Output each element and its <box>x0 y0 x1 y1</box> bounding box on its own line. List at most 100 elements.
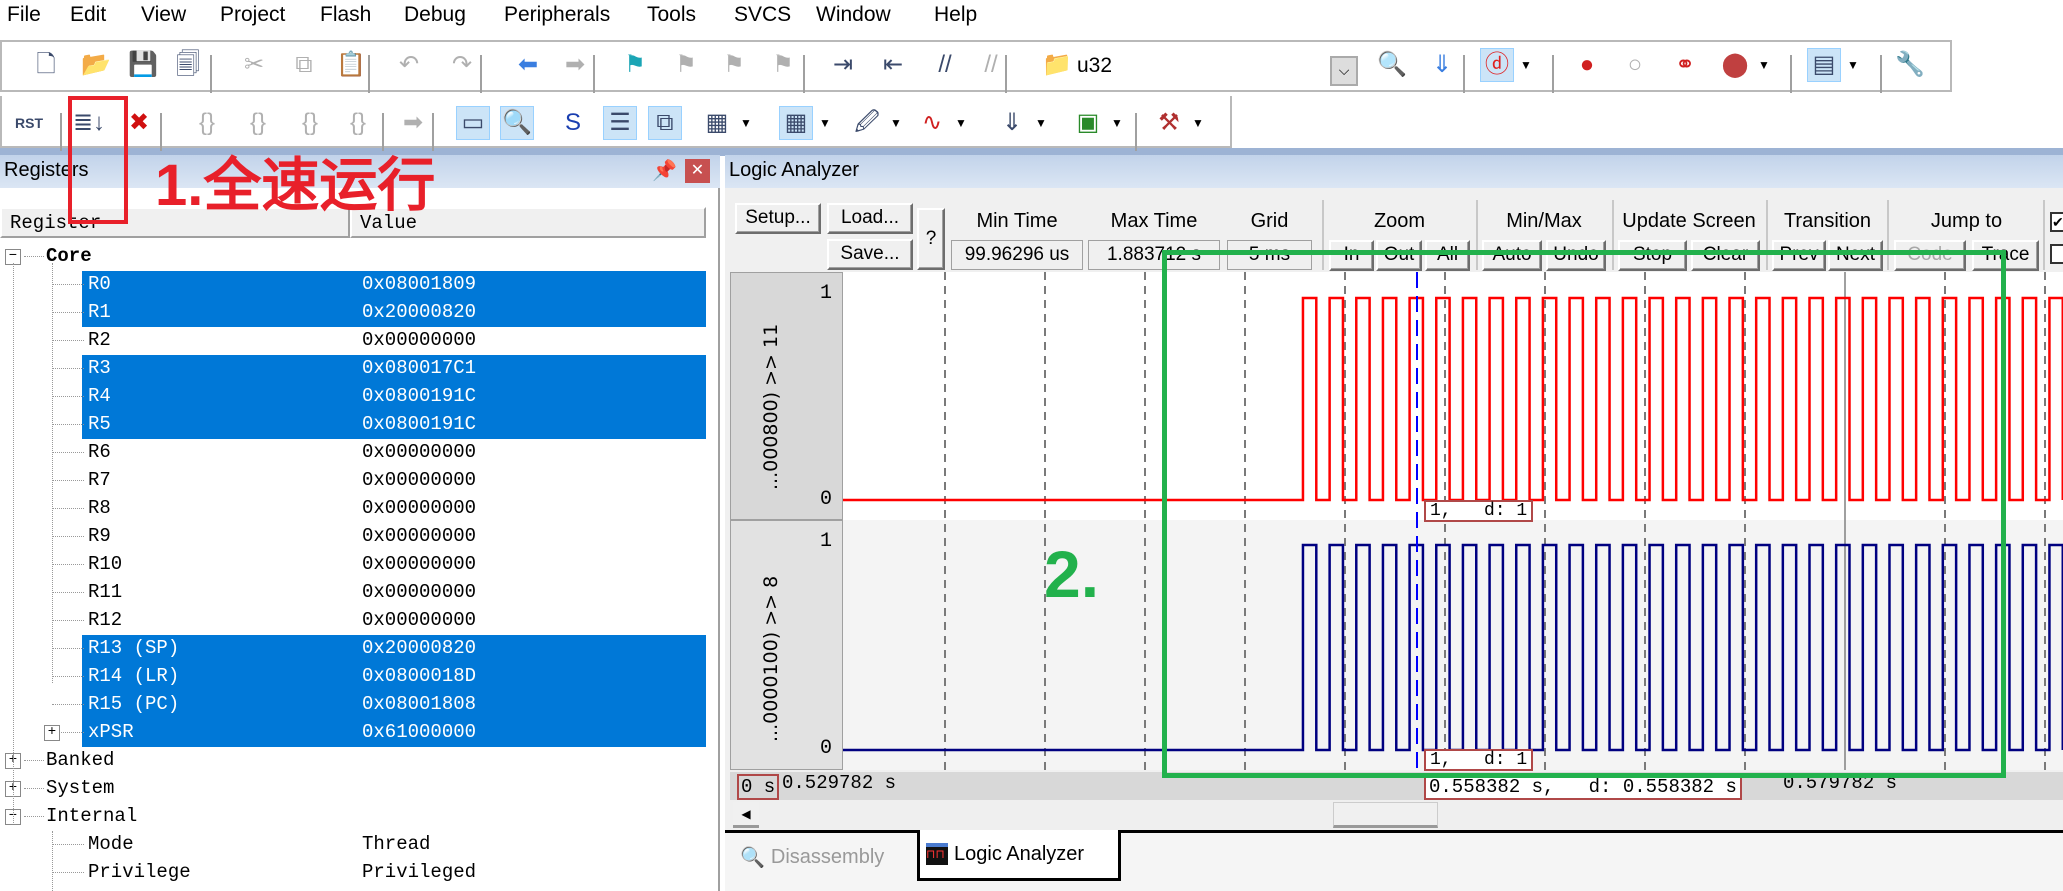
register-row[interactable]: R4 0x0800191C <box>0 383 720 411</box>
register-row[interactable]: + System <box>0 775 720 803</box>
register-row[interactable]: R12 0x00000000 <box>0 607 720 635</box>
signal-label-cell-1[interactable] <box>730 272 843 520</box>
reset-rst-icon[interactable]: RST <box>12 106 46 140</box>
system-viewer-dropdown-icon[interactable]: ▼ <box>1111 116 1123 130</box>
help-button[interactable]: ? <box>917 208 945 270</box>
indent-icon[interactable]: ⇥ <box>826 48 860 82</box>
register-row[interactable]: + xPSR 0x61000000 <box>0 719 720 747</box>
analysis-window-dropdown-icon[interactable]: ▼ <box>955 116 967 130</box>
run-icon[interactable]: ≣↓ <box>72 106 106 140</box>
tab-disassembly[interactable]: 🔍 Disassembly <box>734 833 914 881</box>
call-stack-window-icon[interactable]: ⧉ <box>648 106 682 140</box>
horizontal-scrollbar[interactable]: ◀ <box>730 800 2063 830</box>
redo-icon[interactable]: ↷ <box>445 48 479 82</box>
paste-icon[interactable]: 📋 <box>334 48 368 82</box>
navigate-forward-icon[interactable]: ➡ <box>558 48 592 82</box>
copy-icon[interactable]: ⧉ <box>287 48 321 82</box>
show-amplitude-checkbox[interactable]: ✔ <box>2050 212 2063 232</box>
scroll-left-button[interactable]: ◀ <box>733 802 759 828</box>
load-button[interactable]: Load... <box>827 203 913 234</box>
register-row[interactable]: R8 0x00000000 <box>0 495 720 523</box>
stop-icon[interactable]: ✖ <box>122 106 156 140</box>
open-folder-icon[interactable]: 📂 <box>79 48 113 82</box>
register-row[interactable]: R9 0x00000000 <box>0 523 720 551</box>
watch-window-icon[interactable]: ▦ <box>700 106 734 140</box>
run-to-cursor-icon[interactable]: {} <box>341 106 375 140</box>
navigate-back-icon[interactable]: ⬅ <box>511 48 545 82</box>
register-row[interactable]: R13 (SP) 0x20000820 <box>0 635 720 663</box>
kill-all-breakpoints-icon[interactable]: ⬤ <box>1718 48 1752 82</box>
register-row[interactable]: R11 0x00000000 <box>0 579 720 607</box>
toolbox-dropdown-icon[interactable]: ▼ <box>1192 116 1204 130</box>
undo-icon[interactable]: ↶ <box>392 48 426 82</box>
serial-window-dropdown-icon[interactable]: ▼ <box>890 116 902 130</box>
menu-window[interactable]: Window <box>816 3 891 27</box>
debug-session-dropdown-icon[interactable]: ▼ <box>1520 58 1532 72</box>
save-icon[interactable]: 💾 <box>126 48 160 82</box>
menu-svcs[interactable]: SVCS <box>734 3 791 27</box>
find-in-files-icon[interactable]: 📁 <box>1040 48 1074 82</box>
save-all-icon[interactable]: 🗐 <box>171 48 205 82</box>
register-row[interactable]: R2 0x00000000 <box>0 327 720 355</box>
scrollbar-thumb[interactable] <box>1333 802 1438 828</box>
menu-file[interactable]: File <box>7 3 41 27</box>
new-file-icon[interactable]: 🗋 <box>29 48 63 82</box>
register-row[interactable]: Mode Thread <box>0 831 720 859</box>
insert-breakpoint-icon[interactable]: ● <box>1570 48 1604 82</box>
step-into-icon[interactable]: {} <box>190 106 224 140</box>
register-row[interactable]: − Core <box>0 243 720 271</box>
find-icon[interactable]: 🔍 <box>1375 48 1409 82</box>
register-row[interactable]: Privilege Privileged <box>0 859 720 887</box>
menu-flash[interactable]: Flash <box>320 3 371 27</box>
register-row[interactable]: R3 0x080017C1 <box>0 355 720 383</box>
debug-session-icon[interactable]: ⓓ <box>1480 48 1514 82</box>
toolbox-icon[interactable]: ⚒ <box>1152 106 1186 140</box>
incremental-find-icon[interactable]: ⇓ <box>1425 48 1459 82</box>
register-row[interactable]: R7 0x00000000 <box>0 467 720 495</box>
menu-edit[interactable]: Edit <box>70 3 106 27</box>
step-out-icon[interactable]: {} <box>293 106 327 140</box>
register-row[interactable]: R15 (PC) 0x08001808 <box>0 691 720 719</box>
disassembly-window-icon[interactable]: 🔍 <box>500 106 534 140</box>
window-layout-dropdown-icon[interactable]: ▼ <box>1847 58 1859 72</box>
configure-wrench-icon[interactable]: 🔧 <box>1893 48 1927 82</box>
menu-tools[interactable]: Tools <box>647 3 696 27</box>
kill-all-breakpoints-dropdown-icon[interactable]: ▼ <box>1758 58 1770 72</box>
register-row[interactable]: + Banked <box>0 747 720 775</box>
register-row[interactable]: R6 0x00000000 <box>0 439 720 467</box>
register-row[interactable]: R14 (LR) 0x0800018D <box>0 663 720 691</box>
clear-bookmarks-icon[interactable]: ⚑ <box>766 48 800 82</box>
command-window-icon[interactable]: ▭ <box>456 106 490 140</box>
menu-help[interactable]: Help <box>934 3 977 27</box>
save-button[interactable]: Save... <box>827 239 913 270</box>
register-row[interactable]: R10 0x00000000 <box>0 551 720 579</box>
expand-icon[interactable]: + <box>44 725 60 741</box>
menu-peripherals[interactable]: Peripherals <box>504 3 610 27</box>
tab-logic-analyzer[interactable]: ⊓⊓ Logic Analyzer <box>917 830 1121 881</box>
prev-bookmark-icon[interactable]: ⚑ <box>669 48 703 82</box>
cut-icon[interactable]: ✂ <box>237 48 271 82</box>
trace-window-dropdown-icon[interactable]: ▼ <box>1035 116 1047 130</box>
next-bookmark-icon[interactable]: ⚑ <box>717 48 751 82</box>
register-row[interactable]: R0 0x08001809 <box>0 271 720 299</box>
disable-all-breakpoints-icon[interactable]: ⚭ <box>1668 48 1702 82</box>
serial-window-icon[interactable]: 🖉 <box>850 106 884 140</box>
target-dropdown-button[interactable]: ⌵ <box>1330 56 1358 86</box>
analysis-window-icon[interactable]: ∿ <box>915 106 949 140</box>
register-row[interactable]: R5 0x0800191C <box>0 411 720 439</box>
target-select[interactable]: u32 <box>1077 54 1112 78</box>
enable-breakpoint-icon[interactable]: ○ <box>1618 48 1652 82</box>
pin-icon[interactable]: 📌 <box>652 158 677 183</box>
memory-window-dropdown-icon[interactable]: ▼ <box>819 116 831 130</box>
registers-window-icon[interactable]: ☰ <box>603 106 637 140</box>
system-viewer-icon[interactable]: ▣ <box>1071 106 1105 140</box>
uncomment-icon[interactable]: // <box>974 48 1008 82</box>
register-row[interactable]: R1 0x20000820 <box>0 299 720 327</box>
menu-project[interactable]: Project <box>220 3 285 27</box>
comment-icon[interactable]: // <box>928 48 962 82</box>
register-row[interactable]: − Internal <box>0 803 720 831</box>
menu-debug[interactable]: Debug <box>404 3 466 27</box>
trace-window-icon[interactable]: ⇓ <box>995 106 1029 140</box>
show-cycles-checkbox[interactable] <box>2050 244 2063 264</box>
symbols-window-icon[interactable]: S <box>556 106 590 140</box>
